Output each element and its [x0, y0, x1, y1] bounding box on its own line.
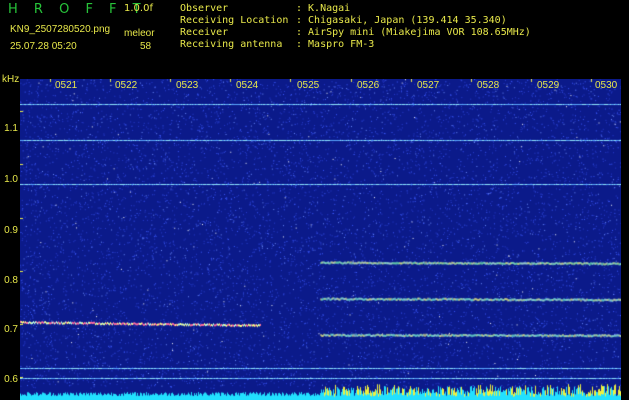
x-tick-label: 0523	[176, 80, 199, 91]
x-tick-label: 0530	[595, 80, 618, 91]
y-tick-label: 0.7	[4, 324, 18, 335]
x-tick-label: 0529	[537, 80, 560, 91]
y-axis-unit: kHz	[2, 74, 20, 85]
x-tick-label: 0526	[357, 80, 380, 91]
info-value-observer: : K.Nagai	[296, 3, 351, 14]
meteor-count: 58	[140, 41, 152, 52]
app-version: 1.0.0f	[124, 3, 153, 14]
x-tick-label: 0521	[55, 80, 78, 91]
info-value-receiver: : AirSpy mini (Miakejima VOR 108.65MHz)	[296, 27, 531, 38]
x-tick-label: 0528	[477, 80, 500, 91]
capture-timestamp: 25.07.28 05:20	[10, 41, 77, 52]
header-panel: H R O F F T 1.0.0f KN9_2507280520.png 25…	[0, 0, 629, 74]
y-tick-label: 0.6	[4, 374, 18, 385]
y-tick-label: 0.8	[4, 275, 18, 286]
y-tick-label: 0.9	[4, 225, 18, 236]
info-value-location: : Chigasaki, Japan (139.414 35.340)	[296, 15, 507, 26]
info-key-observer: Observer	[180, 3, 229, 14]
info-value-antenna: : Maspro FM-3	[296, 39, 375, 50]
info-key-location: Receiving Location	[180, 15, 289, 26]
spectrogram-canvas	[20, 79, 621, 400]
meteor-label: meleor	[124, 28, 155, 39]
x-tick-label: 0527	[417, 80, 440, 91]
y-tick-label: 1.1	[4, 123, 18, 134]
image-filename: KN9_2507280520.png	[10, 24, 111, 35]
x-tick-label: 0524	[236, 80, 259, 91]
y-tick-label: 1.0	[4, 174, 18, 185]
info-key-antenna: Receiving antenna	[180, 39, 283, 50]
x-tick-label: 0525	[297, 80, 320, 91]
x-tick-label: 0522	[115, 80, 138, 91]
info-key-receiver: Receiver	[180, 27, 229, 38]
